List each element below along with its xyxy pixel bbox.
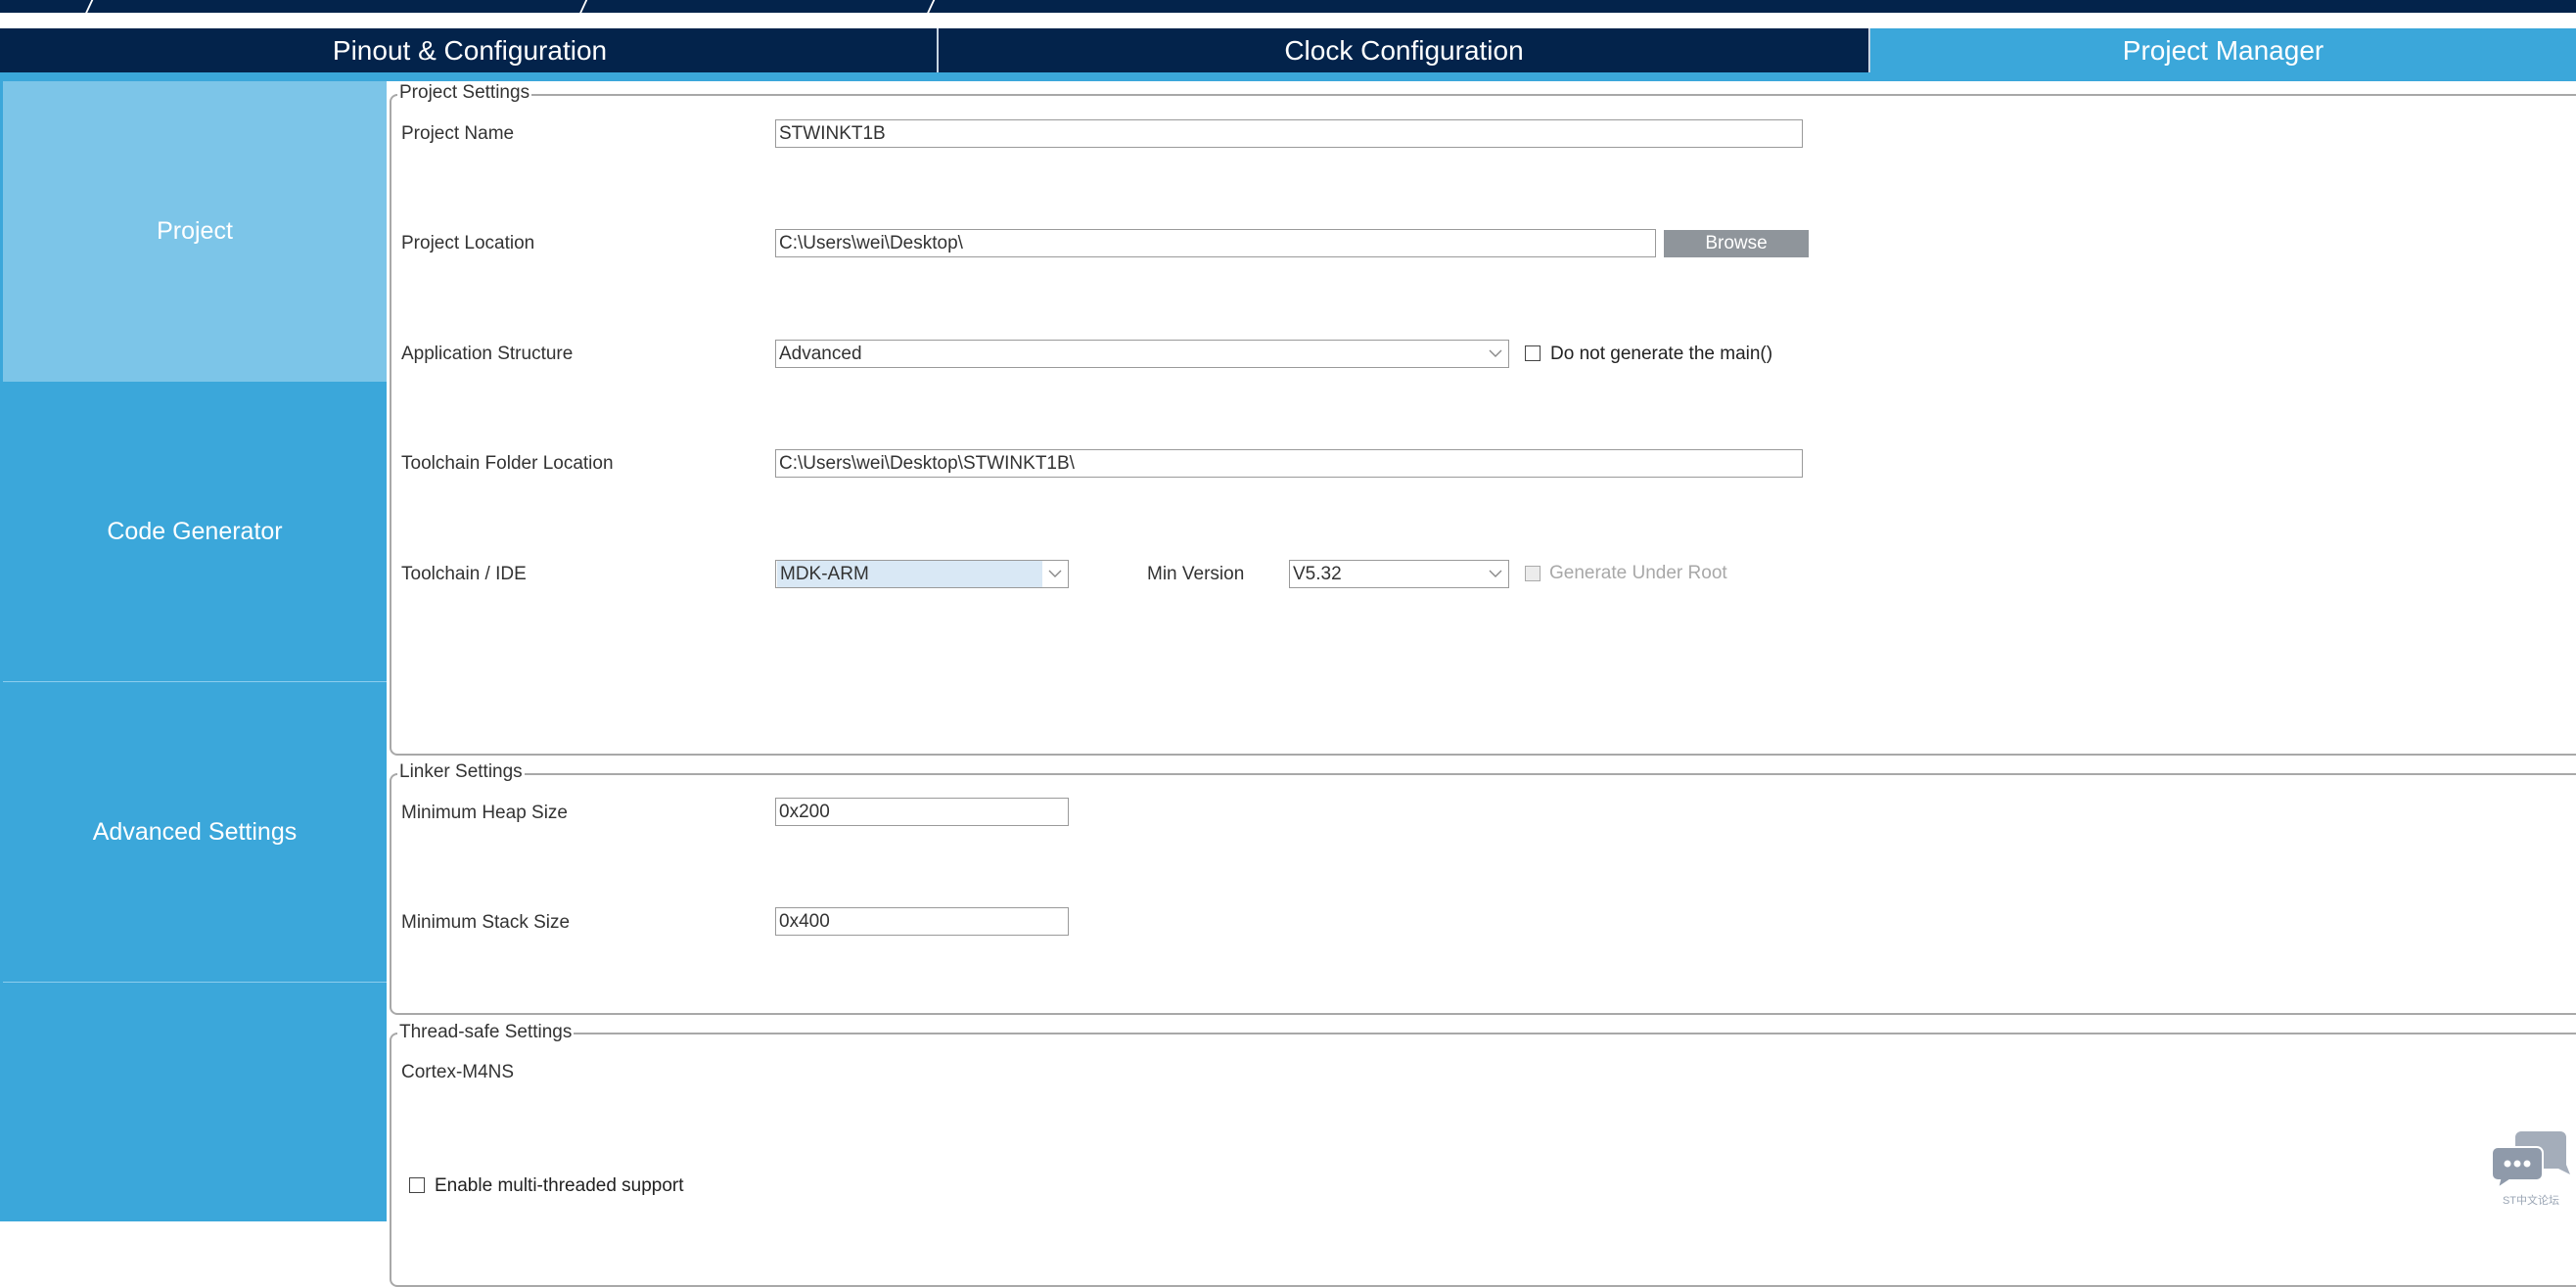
min-version-label: Min Version	[1147, 564, 1245, 584]
toolchain-folder-label: Toolchain Folder Location	[401, 453, 614, 474]
min-heap-size-input[interactable]: 0x200	[775, 798, 1069, 826]
generate-under-root-checkbox[interactable]	[1525, 566, 1541, 581]
linker-settings-title: Linker Settings	[397, 761, 525, 783]
application-structure-select[interactable]: Advanced	[775, 340, 1509, 368]
sidebar-item-project[interactable]: Project	[3, 81, 387, 382]
toolchain-ide-select[interactable]: MDK-ARM	[775, 560, 1069, 588]
breadcrumb-separator	[925, 0, 937, 13]
breadcrumb-separator	[577, 0, 589, 13]
chevron-down-icon	[1483, 561, 1508, 587]
sidebar-item-code-generator[interactable]: Code Generator	[3, 382, 387, 681]
application-structure-label: Application Structure	[401, 344, 574, 364]
browse-button[interactable]: Browse	[1664, 230, 1809, 257]
project-settings-group	[390, 94, 2576, 756]
tab-label: Project Manager	[2122, 34, 2324, 66]
generate-under-root-label: Generate Under Root	[1549, 563, 1727, 583]
project-name-label: Project Name	[401, 123, 515, 144]
core-name-label: Cortex-M4NS	[401, 1062, 515, 1082]
thread-safe-settings-group	[390, 1033, 2576, 1287]
forum-watermark: ST中文论坛	[2491, 1127, 2570, 1212]
enable-multithread-label: Enable multi-threaded support	[435, 1175, 684, 1196]
chat-bubbles-icon	[2491, 1131, 2570, 1191]
enable-multithread-checkbox[interactable]	[409, 1177, 425, 1193]
min-stack-size-input[interactable]: 0x400	[775, 907, 1069, 936]
sidebar-item-label: Advanced Settings	[92, 817, 298, 846]
project-location-input[interactable]: C:\Users\wei\Desktop\	[775, 229, 1656, 257]
min-version-select[interactable]: V5.32	[1289, 560, 1509, 588]
min-stack-size-label: Minimum Stack Size	[401, 912, 571, 933]
chevron-down-icon	[1483, 341, 1508, 367]
tab-clock-configuration[interactable]: Clock Configuration	[939, 28, 1869, 72]
sidebar-item-label: Project	[157, 217, 233, 245]
toolchain-ide-label: Toolchain / IDE	[401, 564, 527, 584]
breadcrumb-bar	[0, 0, 2576, 13]
sidebar-item-other[interactable]	[3, 983, 387, 1221]
toolchain-folder-input[interactable]: C:\Users\wei\Desktop\STWINKT1B\	[775, 449, 1803, 478]
project-location-label: Project Location	[401, 233, 535, 253]
tab-underline-band	[0, 72, 2576, 81]
main-tabs: Pinout & Configuration Clock Configurati…	[0, 28, 2576, 72]
project-settings-title: Project Settings	[397, 82, 532, 104]
tab-pinout-configuration[interactable]: Pinout & Configuration	[3, 28, 937, 72]
tab-label: Pinout & Configuration	[332, 34, 608, 66]
tab-project-manager[interactable]: Project Manager	[1870, 28, 2576, 72]
do-not-generate-main-label: Do not generate the main()	[1550, 344, 1773, 364]
select-value: Advanced	[779, 343, 862, 364]
project-name-input[interactable]: STWINKT1B	[775, 119, 1803, 148]
min-heap-size-label: Minimum Heap Size	[401, 803, 568, 823]
select-value: MDK-ARM	[777, 561, 1042, 587]
breadcrumb-separator	[83, 0, 95, 13]
sidebar: Project Code Generator Advanced Settings	[0, 81, 387, 1221]
watermark-text: ST中文论坛	[2502, 1195, 2560, 1207]
sidebar-item-advanced-settings[interactable]: Advanced Settings	[3, 682, 387, 982]
select-value: V5.32	[1293, 563, 1342, 584]
chevron-down-icon	[1042, 561, 1068, 587]
sidebar-item-label: Code Generator	[107, 517, 283, 545]
tab-label: Clock Configuration	[1284, 34, 1524, 66]
linker-settings-group	[390, 773, 2576, 1015]
do-not-generate-main-checkbox[interactable]	[1525, 345, 1541, 361]
thread-safe-settings-title: Thread-safe Settings	[397, 1022, 575, 1043]
